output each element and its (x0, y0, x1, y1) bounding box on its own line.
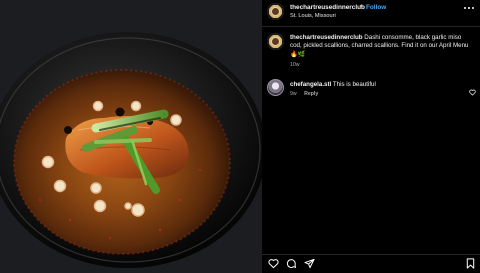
comment-body: This is beautiful (332, 81, 376, 88)
post-photo[interactable] (0, 0, 262, 273)
caption-timestamp: 10w (290, 62, 300, 68)
post-location[interactable]: St. Louis, Missouri (290, 13, 336, 19)
post-panel: thechartreusedinnerclub • Follow St. Lou… (262, 0, 480, 273)
post-header: thechartreusedinnerclub • Follow St. Lou… (262, 0, 480, 26)
dish-illustration (0, 0, 262, 273)
comment-avatar[interactable] (267, 79, 284, 96)
comment-meta: 9w Reply (290, 91, 318, 97)
avatar[interactable] (267, 3, 284, 20)
separator-dot: • (360, 3, 363, 10)
action-bar (262, 256, 480, 272)
caption-username[interactable]: thechartreusedinnerclub (290, 34, 363, 41)
comment-timestamp: 9w (290, 91, 297, 97)
share-icon[interactable] (304, 258, 315, 269)
post-username[interactable]: thechartreusedinnerclub (290, 4, 365, 11)
bookmark-icon[interactable] (465, 258, 476, 269)
reply-button[interactable]: Reply (304, 91, 318, 97)
more-options-icon[interactable] (464, 5, 474, 11)
caption-avatar[interactable] (267, 33, 284, 50)
comment-heart-icon[interactable] (469, 83, 476, 96)
header-divider (262, 26, 480, 27)
comment-text: chefangela.stl This is beautiful (290, 81, 465, 89)
actions-divider (262, 254, 480, 255)
comment-username[interactable]: chefangela.stl (290, 81, 331, 88)
comment-icon[interactable] (286, 258, 297, 269)
heart-icon[interactable] (268, 258, 279, 269)
follow-button[interactable]: Follow (366, 4, 386, 11)
caption-text: thechartreusedinnerclub Dashi consomme, … (290, 34, 474, 59)
